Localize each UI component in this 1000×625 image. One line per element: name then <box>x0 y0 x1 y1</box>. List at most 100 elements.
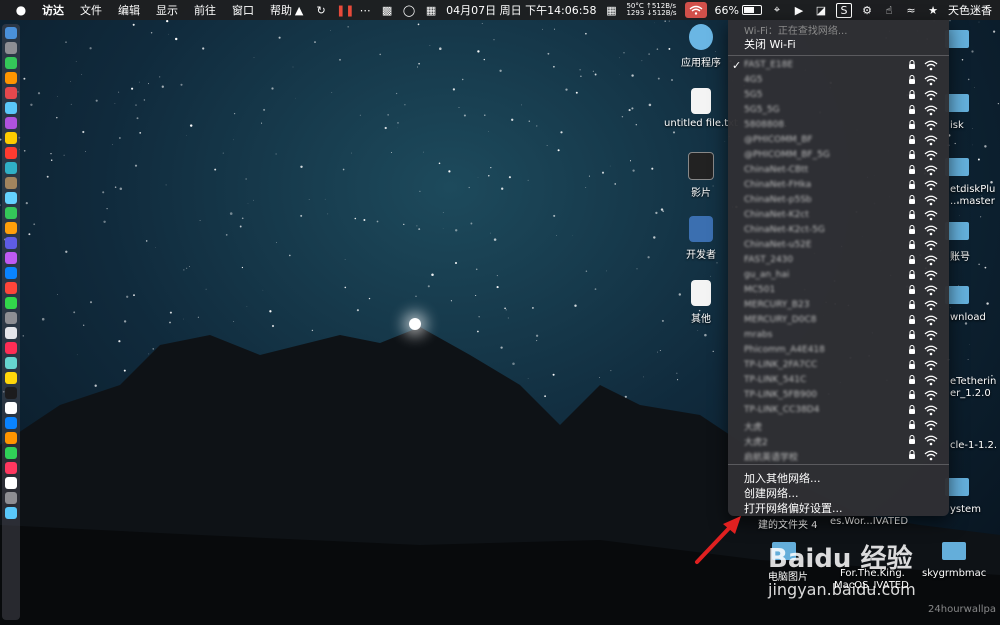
wifi-network-item[interactable]: ChinaNet-CBtt <box>728 163 949 178</box>
dock-app-icon[interactable] <box>5 222 17 234</box>
keyboard-icon[interactable]: ◪ <box>814 4 828 17</box>
desktop-fragment[interactable]: ...master <box>950 196 995 207</box>
volume-icon[interactable]: ▶ <box>792 4 806 17</box>
dock-app-icon[interactable] <box>5 462 17 474</box>
wifi-network-item[interactable]: ✓ FAST_E18E <box>728 58 949 73</box>
dock-app-icon[interactable] <box>5 42 17 54</box>
globe-icon[interactable]: ◯ <box>402 4 416 17</box>
wifi-network-item[interactable]: 4G5 <box>728 73 949 88</box>
dock-app-icon[interactable] <box>5 117 17 129</box>
wifi-network-item[interactable]: 大虎2 <box>728 433 949 448</box>
dots-icon[interactable]: ⋯ <box>358 4 372 17</box>
wifi-network-item[interactable]: @PHICOMM_BF <box>728 133 949 148</box>
desktop-fragment[interactable]: ystem <box>950 504 981 515</box>
dock-app-icon[interactable] <box>5 267 17 279</box>
wifi-network-item[interactable]: Phicomm_A4E418 <box>728 343 949 358</box>
wifi-network-item[interactable]: MERCURY_B23 <box>728 298 949 313</box>
wifi-menu-icon[interactable] <box>684 2 707 18</box>
menu-file[interactable]: 文件 <box>80 2 102 18</box>
wifi-icon-2[interactable]: ≈ <box>904 4 918 17</box>
dock-app-icon[interactable] <box>5 177 17 189</box>
wifi-network-item[interactable]: 启航英语学校 <box>728 448 949 463</box>
join-other-network-item[interactable]: 加入其他网络... <box>744 470 821 486</box>
bluetooth-icon[interactable]: ☝ <box>882 4 896 17</box>
wifi-network-item[interactable]: MC501 <box>728 283 949 298</box>
dock-app-icon[interactable] <box>5 192 17 204</box>
wifi-network-item[interactable]: @PHICOMM_BF_5G <box>728 148 949 163</box>
s-app-icon[interactable]: S <box>836 2 852 18</box>
apple-menu-icon[interactable]: ● <box>14 3 28 17</box>
menu-edit[interactable]: 编辑 <box>118 2 140 18</box>
sync-icon[interactable]: ↻ <box>314 4 328 17</box>
dock-app-icon[interactable] <box>5 237 17 249</box>
wifi-network-item[interactable]: gu_an_hai <box>728 268 949 283</box>
pause-icon[interactable]: ❚❚ <box>336 4 354 17</box>
dock-app-icon[interactable] <box>5 327 17 339</box>
desktop-fragment[interactable]: er_1.2.0 <box>950 388 991 399</box>
desktop-fragment[interactable]: es.Wor...IVATED <box>830 516 908 527</box>
dock-app-icon[interactable] <box>5 372 17 384</box>
calendar-icon[interactable]: ▦ <box>424 4 438 17</box>
desktop-fragment[interactable]: etdiskPlu <box>950 184 995 195</box>
desktop-fragment[interactable]: 账号 <box>950 248 970 263</box>
desktop-fragment[interactable]: isk <box>950 120 964 131</box>
wifi-network-item[interactable]: 5G5 <box>728 88 949 103</box>
wifi-network-item[interactable]: MERCURY_D0C8 <box>728 313 949 328</box>
wifi-network-item[interactable]: mrabs <box>728 328 949 343</box>
dock-app-icon[interactable] <box>5 27 17 39</box>
wifi-network-item[interactable]: ChinaNet-K2ct <box>728 208 949 223</box>
dock-app-icon[interactable] <box>5 132 17 144</box>
qq-icon[interactable]: ▲ <box>292 4 306 17</box>
folder-icon[interactable] <box>942 542 966 560</box>
dock-app-icon[interactable] <box>5 402 17 414</box>
menu-go[interactable]: 前往 <box>194 2 216 18</box>
dock-app-icon[interactable] <box>5 297 17 309</box>
star-icon[interactable]: ★ <box>926 4 940 17</box>
dock-app-icon[interactable] <box>5 102 17 114</box>
desktop-fragment[interactable]: cle-1-1.2. <box>950 440 997 451</box>
wifi-network-item[interactable]: TP-LINK_541C <box>728 373 949 388</box>
dock-app-icon[interactable] <box>5 477 17 489</box>
desktop-fragment[interactable]: 建的文件夹 4 <box>758 516 818 531</box>
wifi-network-item[interactable]: FAST_2430 <box>728 253 949 268</box>
wifi-network-item[interactable]: 5G5_5G <box>728 103 949 118</box>
dock-app-icon[interactable] <box>5 447 17 459</box>
desktop-fragment[interactable]: skygrmbmac <box>922 568 986 579</box>
dock-app-icon[interactable] <box>5 147 17 159</box>
dock-app-icon[interactable] <box>5 357 17 369</box>
dock-app-icon[interactable] <box>5 72 17 84</box>
battery-indicator[interactable]: 66% <box>715 4 762 17</box>
net-speed-monitor[interactable]: 50°C ↑512B/s 1293 ↓512B/s <box>626 3 676 17</box>
dock-app-icon[interactable] <box>5 432 17 444</box>
create-network-item[interactable]: 创建网络... <box>744 485 799 501</box>
user-name[interactable]: 天色迷香 <box>948 2 992 18</box>
dock-app-icon[interactable] <box>5 162 17 174</box>
messages-icon[interactable]: ▩ <box>380 4 394 17</box>
wifi-network-item[interactable]: ChinaNet-p5Sb <box>728 193 949 208</box>
input-method-icon[interactable]: ⌖ <box>770 3 784 17</box>
wifi-network-item[interactable]: TP-LINK_2FA7CC <box>728 358 949 373</box>
grid-icon[interactable]: ▦ <box>604 4 618 17</box>
menu-help[interactable]: 帮助 <box>270 2 292 18</box>
dock-app-icon[interactable] <box>5 492 17 504</box>
open-network-preferences-item[interactable]: 打开网络偏好设置... <box>744 500 843 516</box>
menu-app-name[interactable]: 访达 <box>42 2 64 18</box>
wifi-network-item[interactable]: ChinaNet-FHka <box>728 178 949 193</box>
dock-app-icon[interactable] <box>5 387 17 399</box>
wifi-network-item[interactable]: ChinaNet-u52E <box>728 238 949 253</box>
dock-app-icon[interactable] <box>5 507 17 519</box>
wifi-toggle-item[interactable]: 关闭 Wi-Fi <box>744 36 796 52</box>
clock[interactable]: 04月07日 周日 下午14:06:58 <box>446 2 596 18</box>
dock-app-icon[interactable] <box>5 342 17 354</box>
dock-app-icon[interactable] <box>5 57 17 69</box>
desktop-fragment[interactable]: eTetherin <box>950 376 996 387</box>
menu-view[interactable]: 显示 <box>156 2 178 18</box>
wifi-network-item[interactable]: TP-LINK_5FB900 <box>728 388 949 403</box>
dock-app-icon[interactable] <box>5 282 17 294</box>
dock-app-icon[interactable] <box>5 207 17 219</box>
menu-window[interactable]: 窗口 <box>232 2 254 18</box>
desktop-fragment[interactable]: wnload <box>950 312 986 323</box>
dock-app-icon[interactable] <box>5 417 17 429</box>
dock-app-icon[interactable] <box>5 87 17 99</box>
wifi-network-item[interactable]: ChinaNet-K2ct-5G <box>728 223 949 238</box>
